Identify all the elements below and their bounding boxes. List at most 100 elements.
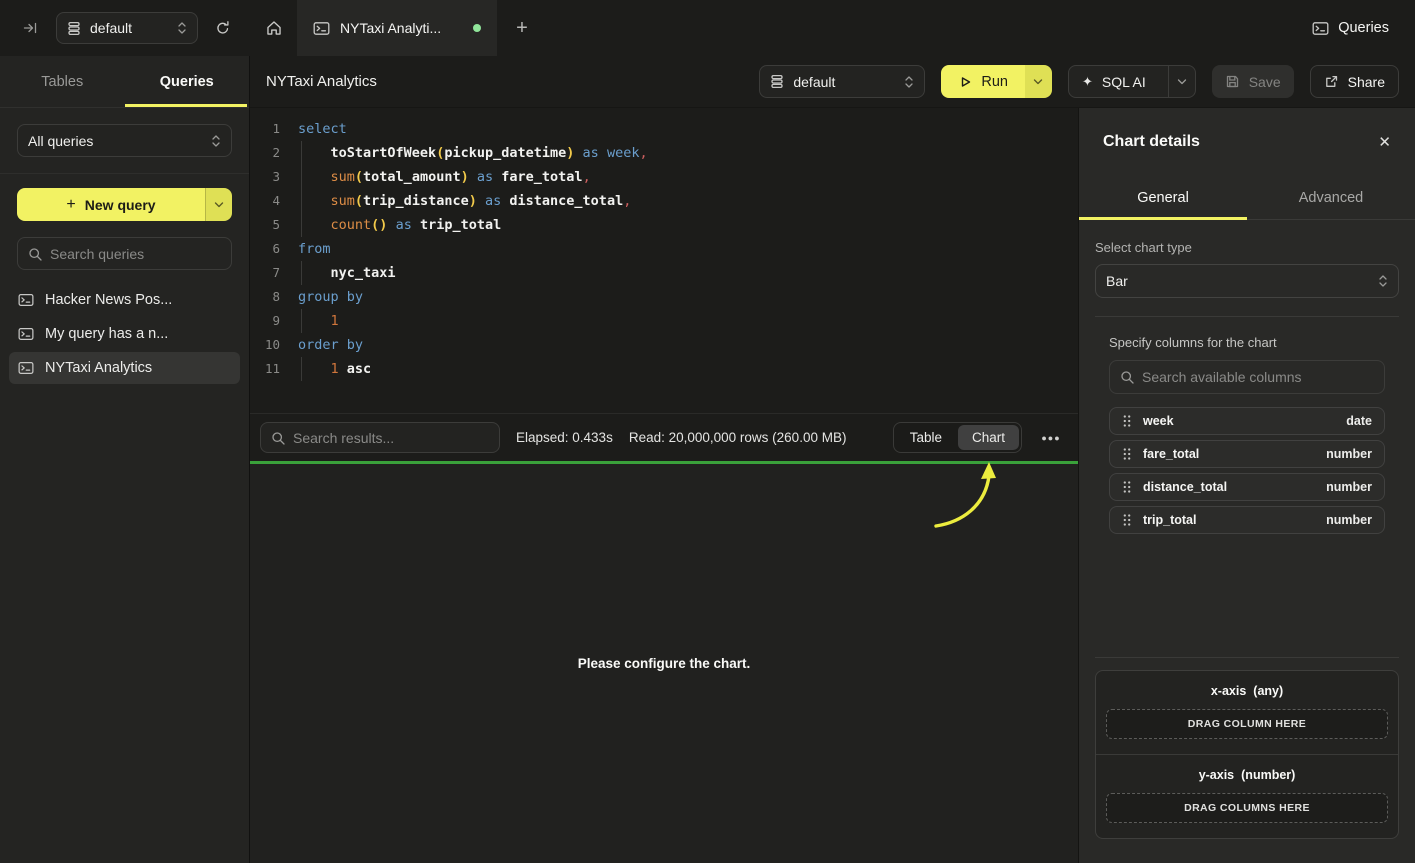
play-icon <box>958 75 972 89</box>
refresh-icon[interactable] <box>210 15 236 41</box>
x-axis-dropzone[interactable]: DRAG COLUMN HERE <box>1106 709 1388 739</box>
columns-search <box>1109 360 1385 394</box>
toolbar: NYTaxi Analytics default Run <box>250 56 1415 108</box>
query-list-item[interactable]: My query has a n... <box>9 318 240 350</box>
query-item-label: My query has a n... <box>45 326 168 342</box>
column-name: trip_total <box>1143 513 1196 527</box>
sql-ai-button[interactable]: ✦ SQL AI <box>1069 66 1159 97</box>
chart-type-select[interactable]: Bar <box>1095 264 1399 298</box>
terminal-icon <box>313 20 330 37</box>
column-type: number <box>1326 447 1372 461</box>
more-options-icon[interactable]: ●●● <box>1038 433 1064 443</box>
save-button[interactable]: Save <box>1212 65 1294 98</box>
y-axis-type: (number) <box>1241 768 1295 782</box>
collapse-sidebar-button[interactable] <box>18 15 44 41</box>
query-list-item[interactable]: Hacker News Pos... <box>9 284 240 316</box>
database-selector-value: default <box>90 20 132 36</box>
code-text: select <box>298 117 1078 141</box>
y-axis-label: y-axis <box>1199 768 1234 782</box>
code-text: toStartOfWeek(pickup_datetime) as week, <box>298 141 1078 165</box>
work-area: 1select2 toStartOfWeek(pickup_datetime) … <box>250 108 1078 863</box>
line-number: 4 <box>250 189 280 213</box>
sidebar-body: All queries + New query <box>0 108 249 863</box>
database-icon <box>67 21 81 36</box>
chevron-updown-icon <box>1378 273 1388 289</box>
run-database-value: default <box>793 74 835 90</box>
save-button-label: Save <box>1249 74 1281 90</box>
code-text: 1 asc <box>298 357 1078 381</box>
code-text: sum(total_amount) as fare_total, <box>298 165 1078 189</box>
code-line: 6from <box>250 237 1078 261</box>
home-button[interactable] <box>250 0 297 56</box>
sidebar-tab-queries[interactable]: Queries <box>125 56 250 107</box>
x-axis-label: x-axis <box>1211 684 1246 698</box>
run-button[interactable]: Run <box>941 65 1025 98</box>
query-search <box>17 237 232 270</box>
tab-strip: NYTaxi Analyti... + <box>250 0 1312 56</box>
column-type: date <box>1346 414 1372 428</box>
chart-type-value: Bar <box>1106 273 1128 289</box>
column-chip[interactable]: weekdate <box>1109 407 1385 435</box>
drag-handle-icon <box>1122 414 1132 428</box>
queries-button[interactable]: Queries <box>1312 20 1389 37</box>
read-stat: Read: 20,000,000 rows (260.00 MB) <box>629 430 847 445</box>
share-button[interactable]: Share <box>1310 65 1399 98</box>
x-axis-section: x-axis (any) DRAG COLUMN HERE <box>1096 671 1398 754</box>
x-axis-type: (any) <box>1253 684 1283 698</box>
query-search-input[interactable] <box>50 246 221 262</box>
run-button-group: Run <box>941 65 1052 98</box>
main: NYTaxi Analytics default Run <box>250 56 1415 863</box>
page-title: NYTaxi Analytics <box>266 73 743 90</box>
column-chip[interactable]: trip_totalnumber <box>1109 506 1385 534</box>
column-chip[interactable]: distance_totalnumber <box>1109 473 1385 501</box>
chart-type-label: Select chart type <box>1095 240 1399 255</box>
sidebar-tab-tables[interactable]: Tables <box>0 56 125 107</box>
run-database-selector[interactable]: default <box>759 65 925 98</box>
topbar: default NYTaxi Analyti... + Queries <box>0 0 1415 56</box>
chevron-updown-icon <box>904 74 914 90</box>
topbar-left: default <box>0 0 250 56</box>
tab-general[interactable]: General <box>1079 176 1247 219</box>
queries-button-label: Queries <box>1338 20 1389 36</box>
line-number: 7 <box>250 261 280 285</box>
content: 1select2 toStartOfWeek(pickup_datetime) … <box>250 108 1415 863</box>
new-query-label: New query <box>85 197 156 213</box>
code-line: 11 1 asc <box>250 357 1078 381</box>
line-number: 5 <box>250 213 280 237</box>
query-filter-select[interactable]: All queries <box>17 124 232 157</box>
code-text: count() as trip_total <box>298 213 1078 237</box>
columns-label: Specify columns for the chart <box>1109 335 1385 350</box>
columns-search-input[interactable] <box>1142 369 1374 385</box>
view-toggle-table[interactable]: Table <box>896 425 956 450</box>
y-axis-dropzone[interactable]: DRAG COLUMNS HERE <box>1106 793 1388 823</box>
columns-group: Specify columns for the chart weekdate fa… <box>1109 335 1385 534</box>
panel-header: Chart details ✕ <box>1079 108 1415 176</box>
results-search-input[interactable] <box>293 430 489 446</box>
new-tab-button[interactable]: + <box>497 0 547 56</box>
search-icon <box>271 431 285 445</box>
view-toggle-chart[interactable]: Chart <box>958 425 1019 450</box>
sql-editor[interactable]: 1select2 toStartOfWeek(pickup_datetime) … <box>250 108 1078 413</box>
column-name: fare_total <box>1143 447 1199 461</box>
sql-ai-button-group: ✦ SQL AI <box>1068 65 1196 98</box>
sidebar-tabs: Tables Queries <box>0 56 249 108</box>
annotation-arrow <box>926 458 1056 548</box>
new-query-button[interactable]: + New query <box>17 188 232 221</box>
database-selector[interactable]: default <box>56 12 198 44</box>
new-query-dropdown[interactable] <box>205 188 232 221</box>
sql-ai-dropdown[interactable] <box>1168 66 1195 97</box>
drag-handle-icon <box>1122 513 1132 527</box>
sql-ai-label: SQL AI <box>1102 74 1146 90</box>
close-icon[interactable]: ✕ <box>1378 133 1391 151</box>
elapsed-stat: Elapsed: 0.433s <box>516 430 613 445</box>
run-options-dropdown[interactable] <box>1025 65 1052 98</box>
tab-nytaxi-analytics[interactable]: NYTaxi Analyti... <box>297 0 497 56</box>
unsaved-changes-dot <box>473 24 481 32</box>
chevron-updown-icon <box>177 20 187 36</box>
tab-label: NYTaxi Analyti... <box>340 20 441 36</box>
terminal-icon <box>18 292 34 308</box>
query-list-item[interactable]: NYTaxi Analytics <box>9 352 240 384</box>
chart-empty-message: Please configure the chart. <box>578 656 751 671</box>
column-chip[interactable]: fare_total number <box>1109 440 1385 468</box>
tab-advanced[interactable]: Advanced <box>1247 176 1415 219</box>
